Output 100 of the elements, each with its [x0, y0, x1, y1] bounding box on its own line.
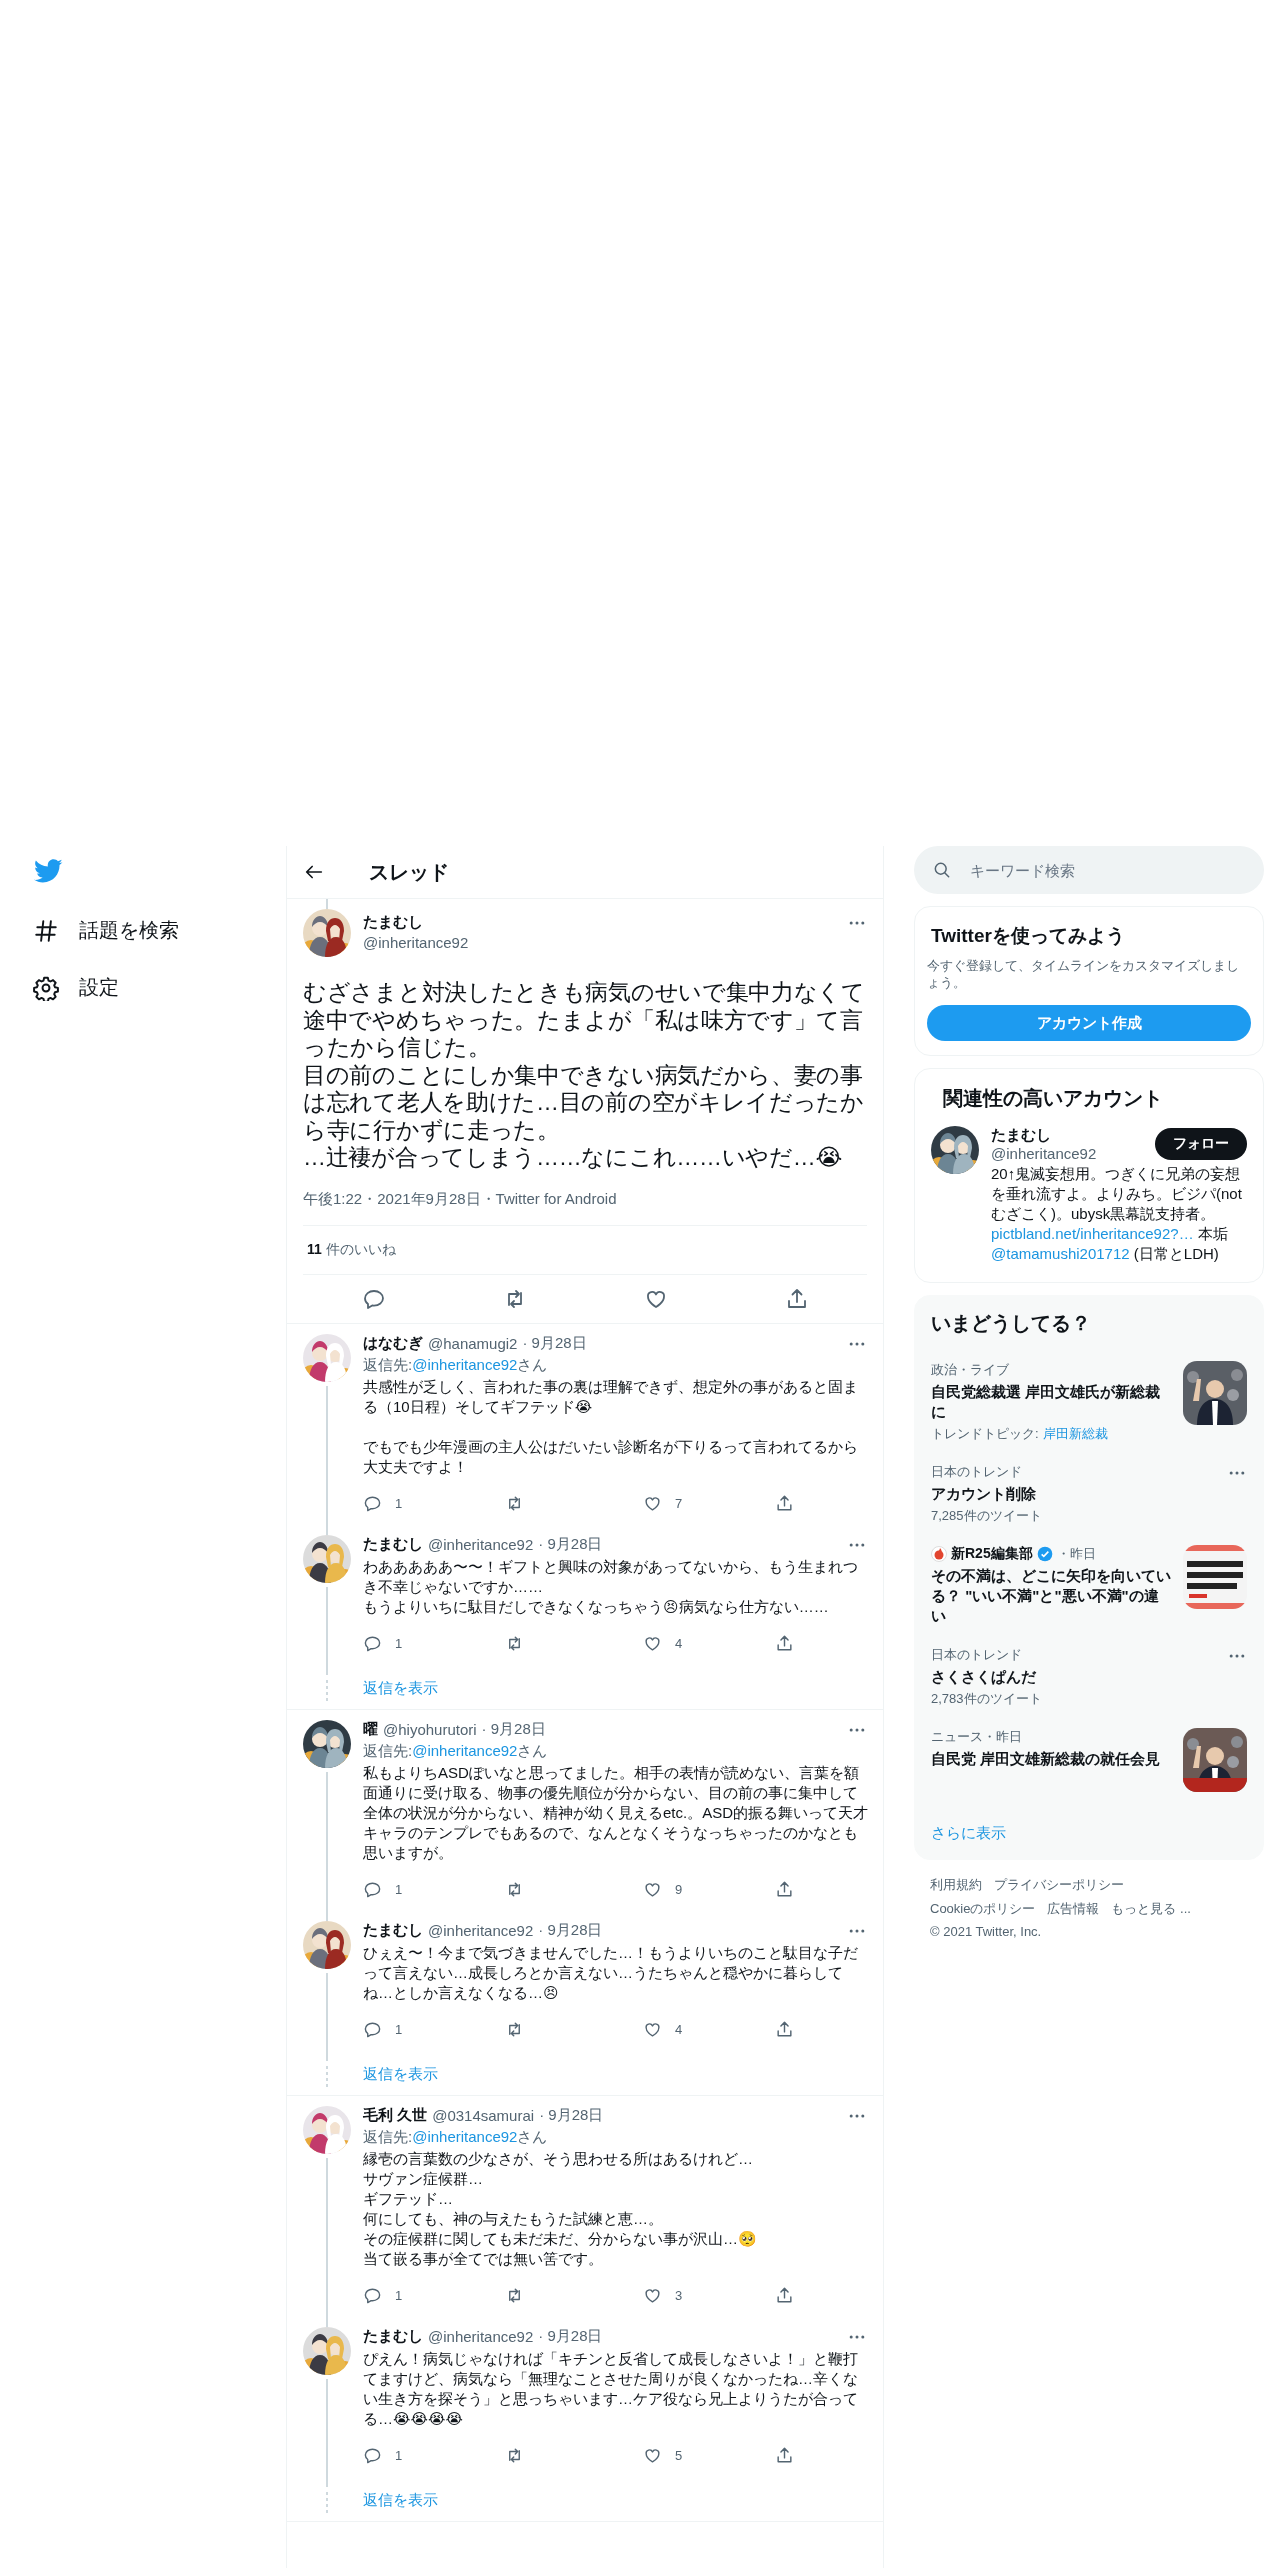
bio-link[interactable]: @tamamushi201712	[991, 1245, 1130, 1262]
author-handle[interactable]: @inheritance92	[428, 2328, 534, 2345]
search-icon	[932, 860, 952, 880]
page-title: スレッド	[369, 859, 449, 885]
reply-icon[interactable]	[363, 1494, 382, 1513]
trend-title[interactable]: 自民党 岸田文雄新総裁の就任会見	[931, 1749, 1173, 1769]
account-handle[interactable]: @inheritance92	[991, 1145, 1097, 1162]
tweet-date[interactable]: · 9月28日	[538, 1921, 603, 1940]
card-description: 今すぐ登録して、タイムラインをカスタマイズしましょう。	[927, 957, 1240, 991]
trend-title[interactable]: さくさくぱんだ	[931, 1667, 1217, 1687]
show-replies-link[interactable]: 返信を表示	[363, 2491, 438, 2510]
reply-to-suffix: さん	[517, 1741, 548, 1759]
like-count: 7	[675, 1496, 683, 1511]
tweet-text: 縁壱の言葉数の少なさが、そう思わせる所はあるけれど…	[363, 2149, 753, 2167]
mention-link[interactable]: @inheritance92	[412, 1355, 518, 1373]
footer-link[interactable]: プライバシーポリシー	[994, 1876, 1124, 1894]
article-title[interactable]: その不満は、どこに矢印を向いている？ "いい不満"と"悪い不満"の違い	[931, 1566, 1173, 1626]
tweet-timestamp: 午後1:22・2021年9月28日・Twitter for Android	[303, 1189, 618, 1209]
share-icon[interactable]	[775, 2020, 794, 2039]
author-handle[interactable]: @hiyohurutori	[383, 1721, 477, 1738]
reply-icon[interactable]	[363, 1880, 382, 1899]
footer-link[interactable]: もっと見る ...	[1111, 1900, 1191, 1918]
tweet-text: サヴァン症候群…	[363, 2169, 483, 2187]
heart-icon[interactable]	[643, 1634, 662, 1653]
heart-icon[interactable]	[643, 1494, 662, 1513]
tweet-date[interactable]: · 9月28日	[538, 2327, 603, 2346]
tweet-text: ぴえん！病気じゃなければ「キチンと反省して成長しなさいよ！」と鞭打てますけど、病気なら「無理なことさせた周りが良くなかったね…辛くない生き方を探そう」と思っちゃいます…ケア役なら兄上よりうたが合ってる…😭😭😭😭	[363, 2349, 858, 2427]
author-name[interactable]: 曜	[363, 1720, 378, 1739]
reply-to-label: 返信先:	[363, 1741, 413, 1759]
topic-label: トレンドトピック:	[931, 1425, 1039, 1443]
tweet-date[interactable]: · 9月28日	[522, 1334, 587, 1353]
author-handle[interactable]: @inheritance92	[363, 934, 835, 951]
tweet-text: 共感性が乏しく、言われた事の裏は理解できず、想定外の事があると固まる（10日程）そしてギフテッド😭	[363, 1377, 858, 1415]
tweet-date[interactable]: · 9月28日	[538, 1535, 603, 1554]
reply-count: 1	[395, 2022, 403, 2037]
author-name[interactable]: 毛利 久世	[363, 2106, 428, 2125]
reply-icon[interactable]	[363, 2286, 382, 2305]
author-name[interactable]: たまむし	[363, 1535, 423, 1554]
reply-count: 1	[395, 1636, 403, 1651]
trend-title[interactable]: 自民党総裁選 岸田文雄氏が新総裁に	[931, 1382, 1173, 1422]
mention-link[interactable]: @inheritance92	[412, 2127, 518, 2145]
trend-category: ニュース・昨日	[931, 1728, 1023, 1746]
post-time: ・昨日	[1056, 1545, 1096, 1563]
reply-icon[interactable]	[363, 2020, 382, 2039]
reply-to-suffix: さん	[517, 1355, 548, 1373]
follow-button[interactable]: フォロー	[1155, 1128, 1247, 1160]
author-name[interactable]: たまむし	[363, 2327, 423, 2346]
tweet-text: 当て嵌る事が全てでは無い筈です。	[363, 2249, 603, 2267]
like-count: 5	[675, 2448, 683, 2463]
heart-icon[interactable]	[643, 2020, 662, 2039]
show-replies-link[interactable]: 返信を表示	[363, 2065, 438, 2084]
tweet-text: ギフテッド…	[363, 2189, 453, 2207]
like-count: 4	[675, 2022, 683, 2037]
share-icon[interactable]	[775, 1634, 794, 1653]
share-icon[interactable]	[775, 2446, 794, 2465]
show-replies-link[interactable]: 返信を表示	[363, 1679, 438, 1698]
bio-link[interactable]: pictbland.net/inheritance92?…	[991, 1225, 1194, 1242]
share-icon[interactable]	[775, 1494, 794, 1513]
footer-link[interactable]: 広告情報	[1047, 1900, 1100, 1918]
settings-icon	[33, 974, 59, 1001]
reply-icon[interactable]	[363, 1634, 382, 1653]
reply-to-label: 返信先:	[363, 2127, 413, 2145]
author-handle[interactable]: @inheritance92	[428, 1536, 534, 1553]
footer-link[interactable]: Cookieのポリシー	[930, 1900, 1036, 1918]
tweet-count: 7,285件のツイート	[931, 1507, 1043, 1525]
author-name[interactable]: たまむし	[363, 1921, 423, 1940]
search-field[interactable]: キーワード検索	[914, 846, 1264, 894]
source-name[interactable]: 新R25編集部	[951, 1545, 1033, 1563]
heart-icon[interactable]	[643, 1880, 662, 1899]
nav-link[interactable]: 話題を検索	[33, 908, 179, 953]
share-icon[interactable]	[775, 2286, 794, 2305]
bio-text: (日常とLDH)	[1132, 1245, 1219, 1262]
share-icon[interactable]	[775, 1880, 794, 1899]
trend-title[interactable]: アカウント削除	[931, 1484, 1217, 1504]
tweet-text: 私もよりちASDぽいなと思ってました。相手の表情が読めない、言葉を額面通りに受け取る、物事の優先順位が分からない、目の前の事に集中して全体の状況が分からない、精神が幼く見えるetc.。ASD的振る舞いって天才キャラのテンプレでもあるので、なんとなくそうなっちゃったのかなとも思いますが。	[363, 1763, 869, 1861]
tweet-text: …辻褄が合ってしまう……なにこれ……いやだ…😭	[303, 1144, 842, 1170]
hashtag-icon	[33, 917, 59, 944]
tweet-text: その症候群に関しても未だ未だ、分からない事が沢山…🥺	[363, 2229, 757, 2247]
like-count: 3	[675, 2288, 683, 2303]
author-handle[interactable]: @inheritance92	[428, 1922, 534, 1939]
heart-icon[interactable]	[643, 2286, 662, 2305]
footer-link[interactable]: 利用規約	[930, 1876, 982, 1894]
nav-link[interactable]: 設定	[33, 965, 119, 1010]
bio-text: 20↑鬼滅妄想用。つぎくに兄弟の妄想を垂れ流すよ。よりみち。ビジパ(notむざこく)。ubysk黒幕説支持者。	[991, 1165, 1242, 1222]
heart-icon[interactable]	[643, 2446, 662, 2465]
copyright: © 2021 Twitter, Inc.	[930, 1924, 1043, 1939]
tweet-date[interactable]: · 9月28日	[539, 2106, 604, 2125]
card-title: Twitterを使ってみよう	[931, 924, 1126, 948]
account-name[interactable]: たまむし	[991, 1126, 1097, 1145]
author-name[interactable]: たまむし	[363, 913, 835, 932]
tweet-text: 何にしても、神の与えたもうた試練と恵…。	[363, 2209, 663, 2227]
mention-link[interactable]: @inheritance92	[412, 1741, 518, 1759]
reply-icon[interactable]	[363, 2446, 382, 2465]
tweet-date[interactable]: · 9月28日	[481, 1720, 546, 1739]
author-handle[interactable]: @0314samurai	[432, 2107, 535, 2124]
author-name[interactable]: はなむぎ	[363, 1334, 423, 1353]
likes-count[interactable]: 11 件のいいね	[307, 1240, 396, 1257]
tweet-text: むざさまと対決したときも病気のせいで集中力なくて途中でやめちゃった。たまよが「私は味方です」て言ったから信じた。	[303, 979, 865, 1060]
author-handle[interactable]: @hanamugi2	[428, 1335, 518, 1352]
reply-count: 1	[395, 2448, 403, 2463]
